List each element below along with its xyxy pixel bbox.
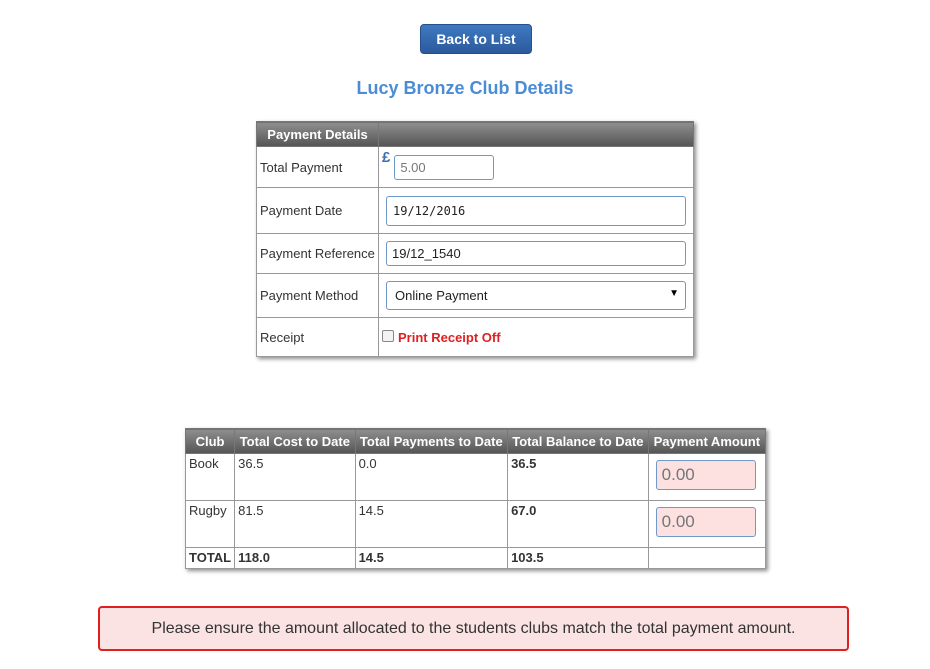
payment-details-header-blank (378, 121, 694, 147)
total-balance-sum: 103.5 (507, 547, 649, 569)
total-payment-amount-cell (647, 547, 767, 569)
payment-details-header: Payment Details (256, 121, 379, 147)
print-receipt-checkbox[interactable] (382, 330, 394, 343)
col-header-total-payments: Total Payments to Date (354, 428, 509, 454)
total-payment-label: Total Payment (256, 146, 379, 188)
page-title: Lucy Bronze Club Details (356, 78, 574, 98)
total-payment-input[interactable] (394, 154, 495, 180)
payment-date-label: Payment Date (256, 187, 379, 234)
error-message: Please ensure the amount allocated to th… (98, 606, 849, 651)
payment-reference-input[interactable] (386, 241, 686, 266)
table-row: Rugby 81.5 14.5 67.0 (184, 500, 767, 548)
payment-method-value: Online Payment (395, 288, 488, 303)
total-label: TOTAL (184, 547, 236, 569)
dropdown-arrow-icon: ▼ (669, 288, 679, 299)
payment-method-select[interactable]: Online Payment ▼ (386, 281, 686, 310)
total-balance: 67.0 (507, 500, 649, 548)
payment-reference-label: Payment Reference (256, 233, 379, 274)
receipt-label: Receipt (256, 317, 379, 357)
total-cost-sum: 118.0 (234, 547, 356, 569)
col-header-total-balance: Total Balance to Date (507, 428, 649, 454)
total-row: TOTAL 118.0 14.5 103.5 (184, 547, 767, 569)
total-payments-sum: 14.5 (354, 547, 509, 569)
table-row: Book 36.5 0.0 36.5 (184, 453, 767, 501)
total-cost: 36.5 (234, 453, 356, 501)
col-header-club: Club (184, 428, 236, 454)
payment-date-input[interactable] (386, 195, 686, 226)
payment-method-label: Payment Method (256, 273, 379, 318)
club-name: Rugby (184, 500, 236, 548)
clubs-table: Club Total Cost to Date Total Payments t… (184, 428, 767, 569)
pound-icon: £ (382, 148, 391, 166)
total-balance: 36.5 (507, 453, 649, 501)
payment-details-table: Payment Details Total Payment £ Payment … (256, 121, 694, 357)
total-payments: 14.5 (354, 500, 509, 548)
col-header-payment-amount: Payment Amount (647, 428, 767, 454)
payment-amount-input[interactable] (655, 507, 756, 537)
print-receipt-label[interactable]: Print Receipt Off (398, 330, 501, 345)
club-name: Book (184, 453, 236, 501)
total-cost: 81.5 (234, 500, 356, 548)
col-header-total-cost: Total Cost to Date (234, 428, 356, 454)
payment-amount-input[interactable] (655, 460, 756, 490)
total-payments: 0.0 (354, 453, 509, 501)
back-to-list-button[interactable]: Back to List (420, 24, 532, 54)
